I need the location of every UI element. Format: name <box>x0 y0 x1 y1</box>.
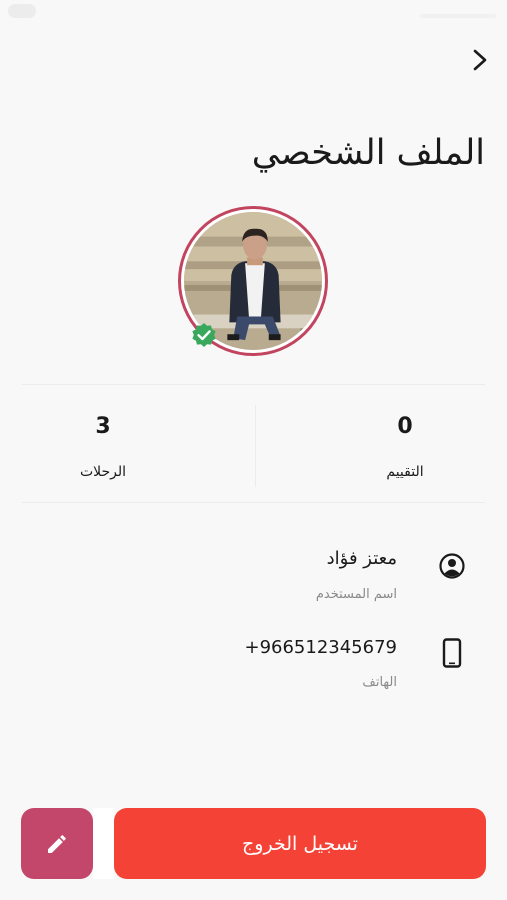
pencil-icon <box>48 834 66 853</box>
smartphone-icon <box>437 638 467 668</box>
stats-top-divider <box>22 384 485 385</box>
trips-value: 3 <box>95 414 111 439</box>
button-gap <box>93 808 114 879</box>
phone-value: 966512345679+ <box>244 637 397 658</box>
chevron-right-icon <box>473 49 487 71</box>
username-value: معتز فؤاد <box>326 548 397 569</box>
back-button[interactable] <box>462 42 498 78</box>
edit-profile-button[interactable] <box>21 808 93 879</box>
logout-button[interactable]: تسجيل الخروج <box>114 808 486 879</box>
status-bar-indicator <box>8 4 36 18</box>
phone-label: الهاتف <box>362 675 397 690</box>
username-label: اسم المستخدم <box>315 587 397 602</box>
rating-label: التقييم <box>386 464 424 480</box>
verified-badge <box>191 322 217 348</box>
stats-divider <box>255 405 256 487</box>
stats-bottom-divider <box>22 502 485 503</box>
trips-label: الرحلات <box>79 464 127 480</box>
verified-check-icon <box>192 323 216 347</box>
rating-value: 0 <box>397 414 413 439</box>
page-title: الملف الشخصي <box>251 133 485 173</box>
user-circle-icon <box>437 551 467 581</box>
status-bar-line <box>420 14 496 18</box>
